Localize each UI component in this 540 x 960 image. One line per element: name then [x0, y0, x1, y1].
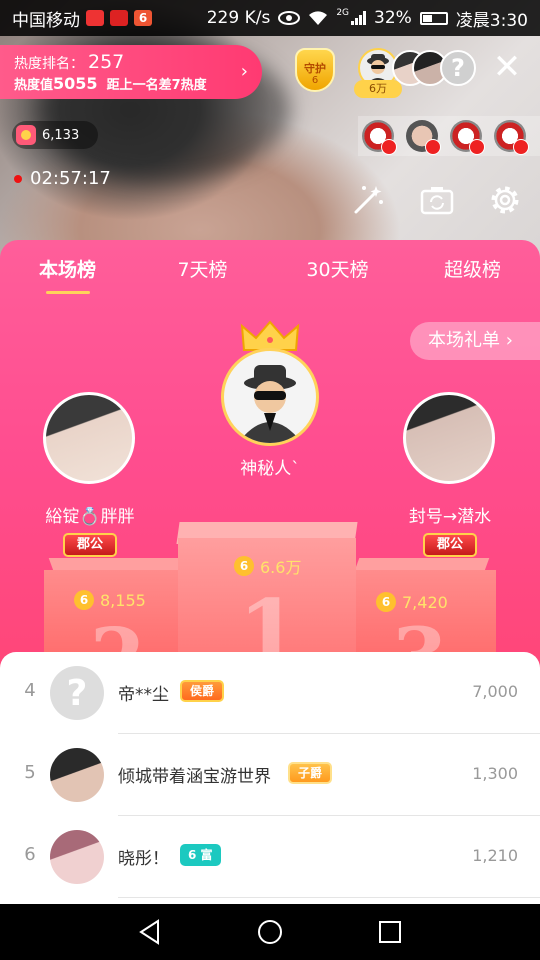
- list-rank: 4: [24, 680, 36, 701]
- second-place-badge: 郡公: [63, 533, 117, 557]
- rank-label: 热度排名：: [14, 56, 84, 72]
- leaderboard-list: 4 ? 帝**尘 侯爵 7,000 5 倾城带着涵宝游世界 子爵 1,300 6…: [0, 652, 540, 908]
- level-badge: 侯爵: [180, 680, 225, 702]
- back-icon[interactable]: [134, 916, 166, 948]
- first-place-name: 神秘人`: [240, 459, 300, 479]
- timer-value: 02:57:17: [30, 168, 111, 189]
- battery-percent: 32%: [374, 8, 412, 28]
- magic-wand-icon[interactable]: [350, 182, 386, 218]
- six-notification-icon: 6: [134, 10, 152, 26]
- level-badge: 6 富: [180, 844, 221, 866]
- tab-this-show[interactable]: 本场榜: [0, 240, 135, 300]
- battery-icon: [419, 11, 448, 25]
- third-place-avatar[interactable]: [403, 392, 495, 484]
- live-dot-icon: [14, 174, 22, 183]
- guard-badge[interactable]: 守护 6: [291, 48, 339, 96]
- settings-gear-icon[interactable]: [487, 182, 523, 218]
- viewer-avatar[interactable]: [494, 120, 529, 155]
- status-bar: 中国移动 6 229 K/s 2G 32% 凌晨3:30: [0, 0, 540, 36]
- second-place-score-value: 8,155: [100, 590, 146, 610]
- coin-icon: 6: [376, 592, 396, 612]
- recents-icon[interactable]: [374, 916, 406, 948]
- viewer-strip: [358, 116, 540, 156]
- list-name: 倾城带着涵宝游世界: [118, 767, 271, 787]
- second-place-avatar[interactable]: [43, 392, 135, 484]
- heat-label: 热度值: [14, 78, 54, 93]
- list-item[interactable]: 6 晓彤！ 6 富 1,210: [0, 816, 540, 898]
- gift-list-label: 本场礼单: [428, 330, 500, 351]
- carrier-label: 中国移动: [12, 10, 80, 31]
- tab-30-days[interactable]: 30天榜: [270, 240, 405, 300]
- coin-icon: 6: [234, 556, 254, 576]
- second-place-score: 6 8,155: [74, 590, 146, 610]
- rank-value: 257: [88, 51, 125, 73]
- list-score: 7,000: [472, 682, 518, 701]
- list-item[interactable]: 4 ? 帝**尘 侯爵 7,000: [0, 652, 540, 734]
- question-mark-icon: ?: [50, 666, 104, 720]
- level-badge: 子爵: [288, 762, 333, 784]
- third-place-score-value: 7,420: [402, 592, 448, 612]
- wifi-icon: [309, 11, 328, 25]
- close-icon[interactable]: ✕: [490, 50, 524, 84]
- eye-icon: [278, 11, 301, 25]
- coin-counter[interactable]: 6,133: [12, 121, 98, 149]
- tab-7-days[interactable]: 7天榜: [135, 240, 270, 300]
- net-speed: 229 K/s: [206, 8, 271, 28]
- first-place-score: 6 6.6万: [234, 554, 301, 578]
- heat-rank-pill[interactable]: 热度排名： 257 热度值5055 距上一名差7热度 ›: [0, 45, 262, 99]
- gift-list-button[interactable]: 本场礼单 ›: [410, 322, 540, 360]
- heat-gap-text: 距上一名差7热度: [106, 78, 207, 93]
- third-place-score: 6 7,420: [376, 592, 448, 612]
- first-place-avatar[interactable]: [221, 348, 319, 446]
- chevron-right-icon: ›: [240, 61, 248, 82]
- list-rank: 6: [24, 844, 36, 865]
- home-icon[interactable]: [254, 916, 286, 948]
- second-place-name: 綌锭💍胖胖: [45, 507, 135, 527]
- coin-icon: [16, 125, 36, 145]
- list-score: 1,300: [472, 764, 518, 783]
- guard-label: 守护: [304, 62, 326, 75]
- clock: 凌晨3:30: [455, 10, 528, 31]
- leaderboard-panel: 本场榜 7天榜 30天榜 超级榜 本场礼单 › 1 2 3 神秘人` 66.6万…: [0, 240, 540, 960]
- spy-icon: [238, 365, 302, 443]
- list-avatar: [50, 830, 104, 884]
- question-mark-icon[interactable]: ?: [440, 50, 476, 86]
- viewer-avatar[interactable]: [406, 120, 441, 155]
- network-type: 2G: [336, 8, 350, 18]
- leaderboard-tabs: 本场榜 7天榜 30天榜 超级榜: [0, 240, 540, 300]
- list-score: 1,210: [472, 846, 518, 865]
- list-name: 晓彤！: [118, 849, 169, 869]
- list-name: 帝**尘: [118, 685, 169, 705]
- coin-icon: 6: [74, 590, 94, 610]
- app-notification-icon: [86, 10, 104, 26]
- first-place-score-value: 6.6万: [260, 558, 302, 577]
- list-rank: 5: [24, 762, 36, 783]
- coin-count: 6,133: [42, 127, 80, 143]
- signal-icon: [351, 11, 367, 25]
- top-fan-badge: 6万: [354, 80, 402, 98]
- navigation-bar: [0, 904, 540, 960]
- list-avatar: [50, 748, 104, 802]
- viewer-avatar[interactable]: [362, 120, 397, 155]
- live-timer: 02:57:17: [14, 168, 111, 189]
- guard-count: 6: [311, 75, 319, 86]
- tab-super[interactable]: 超级榜: [405, 240, 540, 300]
- heat-value: 5055: [53, 74, 98, 93]
- list-item[interactable]: 5 倾城带着涵宝游世界 子爵 1,300: [0, 734, 540, 816]
- divider: [118, 897, 540, 898]
- viewer-avatar[interactable]: [450, 120, 485, 155]
- third-place-name: 封号→潜水: [408, 507, 492, 527]
- third-place-badge: 郡公: [423, 533, 477, 557]
- video-notification-icon: [110, 10, 128, 26]
- camera-switch-icon[interactable]: [419, 182, 455, 218]
